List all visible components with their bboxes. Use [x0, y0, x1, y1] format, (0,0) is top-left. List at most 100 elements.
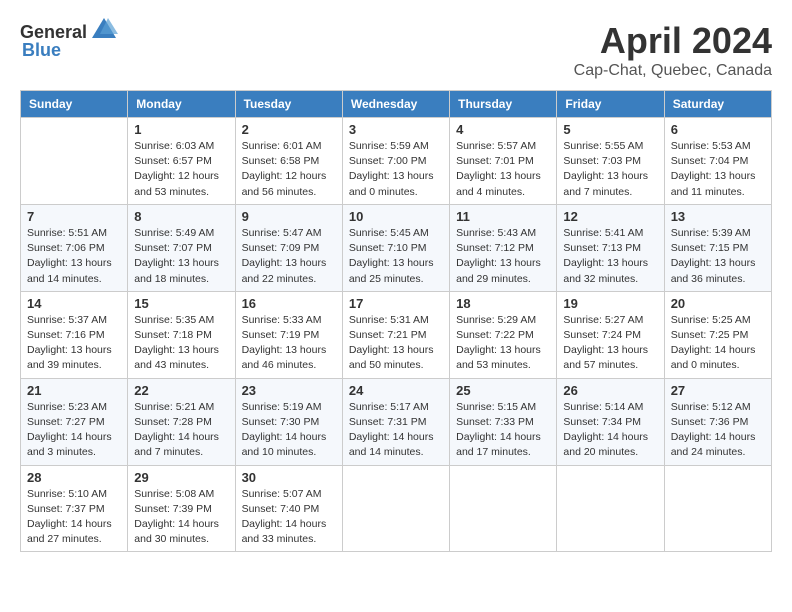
day-number: 27 — [671, 383, 765, 398]
calendar-cell: 11 Sunrise: 5:43 AM Sunset: 7:12 PM Dayli… — [450, 204, 557, 291]
month-title: April 2024 — [574, 20, 772, 62]
location-subtitle: Cap-Chat, Quebec, Canada — [574, 62, 772, 80]
logo: General Blue — [20, 20, 118, 61]
day-info: Sunrise: 5:25 AM Sunset: 7:25 PM Dayligh… — [671, 313, 765, 374]
calendar-cell: 4 Sunrise: 5:57 AM Sunset: 7:01 PM Daylig… — [450, 118, 557, 205]
column-header-monday: Monday — [128, 91, 235, 118]
day-number: 7 — [27, 209, 121, 224]
calendar-cell: 14 Sunrise: 5:37 AM Sunset: 7:16 PM Dayli… — [21, 291, 128, 378]
calendar-cell: 17 Sunrise: 5:31 AM Sunset: 7:21 PM Dayli… — [342, 291, 449, 378]
day-info: Sunrise: 5:37 AM Sunset: 7:16 PM Dayligh… — [27, 313, 121, 374]
day-info: Sunrise: 5:10 AM Sunset: 7:37 PM Dayligh… — [27, 487, 121, 548]
day-number: 24 — [349, 383, 443, 398]
day-number: 2 — [242, 122, 336, 137]
day-number: 20 — [671, 296, 765, 311]
calendar-cell: 24 Sunrise: 5:17 AM Sunset: 7:31 PM Dayli… — [342, 378, 449, 465]
logo-blue-text: Blue — [22, 40, 61, 61]
calendar-cell — [557, 465, 664, 552]
day-info: Sunrise: 5:45 AM Sunset: 7:10 PM Dayligh… — [349, 226, 443, 287]
day-number: 11 — [456, 209, 550, 224]
calendar-cell: 1 Sunrise: 6:03 AM Sunset: 6:57 PM Daylig… — [128, 118, 235, 205]
day-number: 9 — [242, 209, 336, 224]
day-info: Sunrise: 6:03 AM Sunset: 6:57 PM Dayligh… — [134, 139, 228, 200]
calendar-cell: 19 Sunrise: 5:27 AM Sunset: 7:24 PM Dayli… — [557, 291, 664, 378]
calendar-cell: 6 Sunrise: 5:53 AM Sunset: 7:04 PM Daylig… — [664, 118, 771, 205]
day-number: 5 — [563, 122, 657, 137]
calendar-cell: 18Sunrise: 5:29 AM Sunset: 7:22 PM Dayli… — [450, 291, 557, 378]
column-header-friday: Friday — [557, 91, 664, 118]
day-info: Sunrise: 5:21 AM Sunset: 7:28 PM Dayligh… — [134, 400, 228, 461]
day-number: 13 — [671, 209, 765, 224]
logo-icon — [90, 16, 118, 44]
day-info: Sunrise: 5:55 AM Sunset: 7:03 PM Dayligh… — [563, 139, 657, 200]
calendar-cell: 15 Sunrise: 5:35 AM Sunset: 7:18 PM Dayli… — [128, 291, 235, 378]
calendar-table: SundayMondayTuesdayWednesdayThursdayFrid… — [20, 90, 772, 552]
day-number: 26 — [563, 383, 657, 398]
calendar-cell: 5 Sunrise: 5:55 AM Sunset: 7:03 PM Daylig… — [557, 118, 664, 205]
calendar-cell: 27 Sunrise: 5:12 AM Sunset: 7:36 PM Dayli… — [664, 378, 771, 465]
day-number: 30 — [242, 470, 336, 485]
day-info: Sunrise: 5:29 AM Sunset: 7:22 PM Dayligh… — [456, 313, 550, 374]
day-number: 16 — [242, 296, 336, 311]
day-number: 3 — [349, 122, 443, 137]
day-number: 10 — [349, 209, 443, 224]
calendar-cell: 30Sunrise: 5:07 AM Sunset: 7:40 PM Dayli… — [235, 465, 342, 552]
day-info: Sunrise: 5:41 AM Sunset: 7:13 PM Dayligh… — [563, 226, 657, 287]
day-info: Sunrise: 5:17 AM Sunset: 7:31 PM Dayligh… — [349, 400, 443, 461]
column-header-wednesday: Wednesday — [342, 91, 449, 118]
day-info: Sunrise: 5:57 AM Sunset: 7:01 PM Dayligh… — [456, 139, 550, 200]
day-info: Sunrise: 5:27 AM Sunset: 7:24 PM Dayligh… — [563, 313, 657, 374]
day-info: Sunrise: 5:43 AM Sunset: 7:12 PM Dayligh… — [456, 226, 550, 287]
day-info: Sunrise: 5:08 AM Sunset: 7:39 PM Dayligh… — [134, 487, 228, 548]
column-header-sunday: Sunday — [21, 91, 128, 118]
day-info: Sunrise: 5:14 AM Sunset: 7:34 PM Dayligh… — [563, 400, 657, 461]
day-number: 25 — [456, 383, 550, 398]
calendar-cell: 28 Sunrise: 5:10 AM Sunset: 7:37 PM Dayli… — [21, 465, 128, 552]
calendar-cell: 23 Sunrise: 5:19 AM Sunset: 7:30 PM Dayli… — [235, 378, 342, 465]
column-header-thursday: Thursday — [450, 91, 557, 118]
calendar-cell — [342, 465, 449, 552]
calendar-cell: 25 Sunrise: 5:15 AM Sunset: 7:33 PM Dayli… — [450, 378, 557, 465]
day-info: Sunrise: 5:12 AM Sunset: 7:36 PM Dayligh… — [671, 400, 765, 461]
day-info: Sunrise: 5:19 AM Sunset: 7:30 PM Dayligh… — [242, 400, 336, 461]
day-number: 12 — [563, 209, 657, 224]
calendar-week-3: 14 Sunrise: 5:37 AM Sunset: 7:16 PM Dayli… — [21, 291, 772, 378]
calendar-cell: 10 Sunrise: 5:45 AM Sunset: 7:10 PM Dayli… — [342, 204, 449, 291]
day-number: 17 — [349, 296, 443, 311]
day-info: Sunrise: 5:35 AM Sunset: 7:18 PM Dayligh… — [134, 313, 228, 374]
day-number: 1 — [134, 122, 228, 137]
calendar-cell: 13 Sunrise: 5:39 AM Sunset: 7:15 PM Dayli… — [664, 204, 771, 291]
calendar-week-2: 7 Sunrise: 5:51 AM Sunset: 7:06 PM Daylig… — [21, 204, 772, 291]
day-info: Sunrise: 5:59 AM Sunset: 7:00 PM Dayligh… — [349, 139, 443, 200]
calendar-cell: 20 Sunrise: 5:25 AM Sunset: 7:25 PM Dayli… — [664, 291, 771, 378]
day-number: 19 — [563, 296, 657, 311]
day-info: Sunrise: 5:23 AM Sunset: 7:27 PM Dayligh… — [27, 400, 121, 461]
day-info: Sunrise: 6:01 AM Sunset: 6:58 PM Dayligh… — [242, 139, 336, 200]
calendar-cell: 12 Sunrise: 5:41 AM Sunset: 7:13 PM Dayli… — [557, 204, 664, 291]
day-info: Sunrise: 5:33 AM Sunset: 7:19 PM Dayligh… — [242, 313, 336, 374]
calendar-cell: 16 Sunrise: 5:33 AM Sunset: 7:19 PM Dayli… — [235, 291, 342, 378]
day-number: 4 — [456, 122, 550, 137]
column-header-saturday: Saturday — [664, 91, 771, 118]
day-info: Sunrise: 5:31 AM Sunset: 7:21 PM Dayligh… — [349, 313, 443, 374]
calendar-cell: 9 Sunrise: 5:47 AM Sunset: 7:09 PM Daylig… — [235, 204, 342, 291]
day-number: 6 — [671, 122, 765, 137]
calendar-cell: 22Sunrise: 5:21 AM Sunset: 7:28 PM Dayli… — [128, 378, 235, 465]
day-number: 15 — [134, 296, 228, 311]
day-info: Sunrise: 5:15 AM Sunset: 7:33 PM Dayligh… — [456, 400, 550, 461]
calendar-cell — [664, 465, 771, 552]
day-info: Sunrise: 5:53 AM Sunset: 7:04 PM Dayligh… — [671, 139, 765, 200]
calendar-header-row: SundayMondayTuesdayWednesdayThursdayFrid… — [21, 91, 772, 118]
calendar-cell: 21Sunrise: 5:23 AM Sunset: 7:27 PM Dayli… — [21, 378, 128, 465]
day-info: Sunrise: 5:47 AM Sunset: 7:09 PM Dayligh… — [242, 226, 336, 287]
day-info: Sunrise: 5:39 AM Sunset: 7:15 PM Dayligh… — [671, 226, 765, 287]
day-number: 14 — [27, 296, 121, 311]
day-info: Sunrise: 5:49 AM Sunset: 7:07 PM Dayligh… — [134, 226, 228, 287]
day-number: 23 — [242, 383, 336, 398]
calendar-cell — [450, 465, 557, 552]
day-info: Sunrise: 5:51 AM Sunset: 7:06 PM Dayligh… — [27, 226, 121, 287]
calendar-cell: 26 Sunrise: 5:14 AM Sunset: 7:34 PM Dayli… — [557, 378, 664, 465]
day-number: 28 — [27, 470, 121, 485]
calendar-cell: 2 Sunrise: 6:01 AM Sunset: 6:58 PM Daylig… — [235, 118, 342, 205]
calendar-cell: 7 Sunrise: 5:51 AM Sunset: 7:06 PM Daylig… — [21, 204, 128, 291]
